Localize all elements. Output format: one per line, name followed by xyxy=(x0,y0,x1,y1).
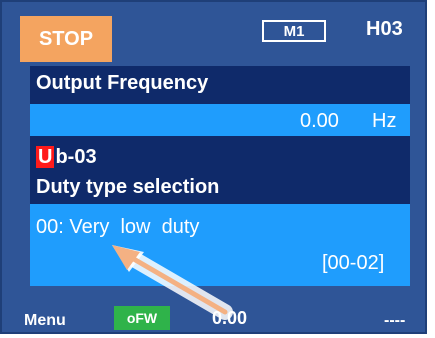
parameter-code: Ub-03 xyxy=(36,146,97,169)
footer-value: 0.00 xyxy=(212,308,248,328)
code-indicator: H03 xyxy=(366,18,403,40)
panel-frame: STOP M1 H03 Output Frequency 0.00 Hz Ub-… xyxy=(0,0,427,334)
parameter-prefix: U xyxy=(36,146,55,168)
output-frequency-value: 0.00 xyxy=(300,110,339,132)
output-frequency-label: Output Frequency xyxy=(36,72,209,94)
lcd-display: Output Frequency 0.00 Hz Ub-03 Duty type… xyxy=(30,66,410,286)
menu-button[interactable]: Menu xyxy=(24,312,66,330)
footer: Menu oFW 0.00 ---- xyxy=(2,294,429,336)
status-badge: oFW xyxy=(114,306,170,330)
header: STOP M1 H03 xyxy=(20,8,425,62)
mode-indicator: M1 xyxy=(262,20,326,42)
parameter-title: Duty type selection xyxy=(36,176,220,198)
footer-right: ---- xyxy=(384,312,406,329)
output-frequency-unit: Hz xyxy=(372,110,397,132)
parameter-code-rest: b-03 xyxy=(55,146,97,168)
stop-indicator: STOP xyxy=(20,16,112,62)
selected-value[interactable]: 00: Very low duty xyxy=(36,216,199,239)
output-frequency-bar xyxy=(30,104,410,136)
parameter-range: [00-02] xyxy=(322,252,385,274)
